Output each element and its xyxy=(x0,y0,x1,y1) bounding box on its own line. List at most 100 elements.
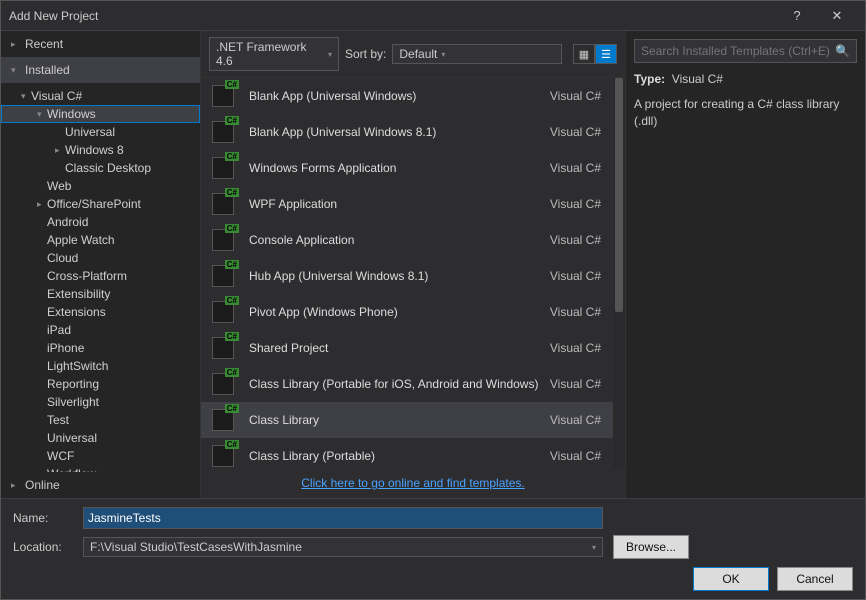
search-input[interactable] xyxy=(641,44,831,58)
template-lang: Visual C# xyxy=(550,341,601,355)
tree-node[interactable]: Universal xyxy=(1,429,200,447)
template-tree: ▾Visual C#▾WindowsUniversal▸Windows 8Cla… xyxy=(1,83,200,472)
tree-node-label: Reporting xyxy=(47,377,99,391)
tree-node[interactable]: Cloud xyxy=(1,249,200,267)
tree-node[interactable]: LightSwitch xyxy=(1,357,200,375)
tree-node[interactable]: Apple Watch xyxy=(1,231,200,249)
tree-node[interactable]: Silverlight xyxy=(1,393,200,411)
bottom-panel: Name: Location: F:\Visual Studio\TestCas… xyxy=(1,498,865,599)
template-icon: C# xyxy=(209,154,237,182)
template-item[interactable]: C#Shared ProjectVisual C# xyxy=(201,330,613,366)
tree-node-label: Android xyxy=(47,215,88,229)
tree-node[interactable]: iPhone xyxy=(1,339,200,357)
template-item[interactable]: C# Blank App (Universal Windows)Visual C# xyxy=(201,78,613,114)
template-item[interactable]: C#Class LibraryVisual C# xyxy=(201,402,613,438)
cancel-button[interactable]: Cancel xyxy=(777,567,853,591)
tree-node[interactable]: Test xyxy=(1,411,200,429)
tree-node[interactable]: Classic Desktop xyxy=(1,159,200,177)
sortby-label: Sort by: xyxy=(345,47,386,61)
template-lang: Visual C# xyxy=(550,125,601,139)
tree-node[interactable]: Extensions xyxy=(1,303,200,321)
template-icon: C# xyxy=(209,298,237,326)
tree-node[interactable]: ▸Windows 8 xyxy=(1,141,200,159)
help-icon[interactable]: ? xyxy=(777,8,817,23)
template-lang: Visual C# xyxy=(550,269,601,283)
toolbar: .NET Framework 4.6▾ Sort by: Default▾ ▦ … xyxy=(201,31,625,78)
online-templates-link[interactable]: Click here to go online and find templat… xyxy=(301,476,524,490)
tree-node[interactable]: Cross-Platform xyxy=(1,267,200,285)
tree-node-label: Windows xyxy=(47,107,96,121)
tree-node[interactable]: ▸Office/SharePoint xyxy=(1,195,200,213)
template-name: Hub App (Universal Windows 8.1) xyxy=(249,269,550,283)
framework-dropdown[interactable]: .NET Framework 4.6▾ xyxy=(209,37,339,71)
tree-node[interactable]: ▾Visual C# xyxy=(1,87,200,105)
tree-node-label: Apple Watch xyxy=(47,233,115,247)
template-name: Blank App (Universal Windows 8.1) xyxy=(249,125,550,139)
template-item[interactable]: C#Pivot App (Windows Phone)Visual C# xyxy=(201,294,613,330)
browse-button[interactable]: Browse... xyxy=(613,535,689,559)
template-item[interactable]: C#Console ApplicationVisual C# xyxy=(201,222,613,258)
tree-node[interactable]: iPad xyxy=(1,321,200,339)
location-dropdown[interactable]: F:\Visual Studio\TestCasesWithJasmine▾ xyxy=(83,537,603,557)
dialog-title: Add New Project xyxy=(9,9,777,23)
scrollbar[interactable] xyxy=(613,78,625,468)
template-item[interactable]: C#Windows Forms ApplicationVisual C# xyxy=(201,150,613,186)
template-item[interactable]: C# Class Library (Portable)Visual C# xyxy=(201,438,613,468)
template-name: Pivot App (Windows Phone) xyxy=(249,305,550,319)
tree-node-label: Extensibility xyxy=(47,287,110,301)
category-installed[interactable]: ▾Installed xyxy=(1,57,200,83)
tree-node[interactable]: Workflow xyxy=(1,465,200,472)
search-box[interactable]: 🔍 xyxy=(634,39,857,63)
tree-node[interactable]: Android xyxy=(1,213,200,231)
template-icon: C# xyxy=(209,334,237,362)
template-item[interactable]: C#Class Library (Portable for iOS, Andro… xyxy=(201,366,613,402)
location-label: Location: xyxy=(13,540,73,554)
template-icon: C# xyxy=(209,442,237,468)
template-icon: C# xyxy=(209,406,237,434)
tree-node[interactable]: Extensibility xyxy=(1,285,200,303)
scrollbar-thumb[interactable] xyxy=(615,78,623,312)
sortby-dropdown[interactable]: Default▾ xyxy=(392,44,562,64)
template-list: C#Blank App (Universal Windows)Visual C#… xyxy=(201,78,625,468)
description: A project for creating a C# class librar… xyxy=(634,96,857,130)
tree-node-label: LightSwitch xyxy=(47,359,108,373)
tree-node[interactable]: Reporting xyxy=(1,375,200,393)
search-icon[interactable]: 🔍 xyxy=(835,44,850,58)
template-item[interactable]: C#Blank App (Universal Windows 8.1)Visua… xyxy=(201,114,613,150)
tree-node-label: Web xyxy=(47,179,71,193)
template-icon: C# xyxy=(209,82,237,110)
template-lang: Visual C# xyxy=(550,377,601,391)
tree-node-label: WCF xyxy=(47,449,74,463)
type-row: Type: Visual C# xyxy=(634,71,857,88)
tree-node[interactable]: WCF xyxy=(1,447,200,465)
tree-node-label: Test xyxy=(47,413,69,427)
template-name: WPF Application xyxy=(249,197,550,211)
tree-node-label: Silverlight xyxy=(47,395,99,409)
template-list-panel: .NET Framework 4.6▾ Sort by: Default▾ ▦ … xyxy=(201,31,625,498)
template-name: Class Library (Portable) xyxy=(249,449,550,463)
template-item[interactable]: C# Hub App (Universal Windows 8.1)Visual … xyxy=(201,258,613,294)
template-name: Class Library xyxy=(249,413,550,427)
category-recent[interactable]: ▸Recent xyxy=(1,31,200,57)
close-icon[interactable]: ✕ xyxy=(817,8,857,24)
template-lang: Visual C# xyxy=(550,449,601,463)
category-panel: ▸Recent ▾Installed ▾Visual C#▾WindowsUni… xyxy=(1,31,201,498)
template-lang: Visual C# xyxy=(550,197,601,211)
details-panel: 🔍 Type: Visual C# A project for creating… xyxy=(625,31,865,498)
view-list-icon[interactable]: ☰ xyxy=(595,44,617,64)
tree-node[interactable]: Universal xyxy=(1,123,200,141)
tree-node-label: iPad xyxy=(47,323,71,337)
titlebar: Add New Project ? ✕ xyxy=(1,1,865,31)
template-icon: C# xyxy=(209,262,237,290)
template-name: Blank App (Universal Windows) xyxy=(249,89,550,103)
tree-node-label: Cloud xyxy=(47,251,78,265)
tree-node[interactable]: Web xyxy=(1,177,200,195)
ok-button[interactable]: OK xyxy=(693,567,769,591)
category-online[interactable]: ▸Online xyxy=(1,472,200,498)
template-lang: Visual C# xyxy=(550,89,601,103)
template-item[interactable]: C#WPF ApplicationVisual C# xyxy=(201,186,613,222)
template-name: Class Library (Portable for iOS, Android… xyxy=(249,377,550,391)
tree-node[interactable]: ▾Windows xyxy=(1,105,200,123)
view-grid-icon[interactable]: ▦ xyxy=(573,44,595,64)
name-input[interactable] xyxy=(83,507,603,529)
